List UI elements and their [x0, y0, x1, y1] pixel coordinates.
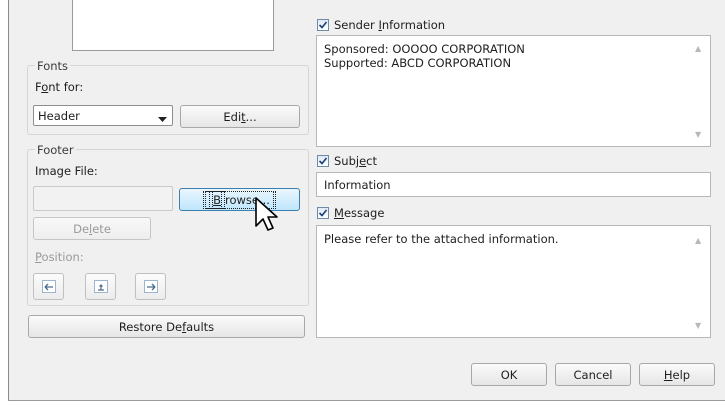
cancel-button[interactable]: Cancel	[555, 363, 631, 386]
mouse-pointer-icon	[254, 196, 278, 235]
subject-input[interactable]: Information	[316, 172, 711, 197]
position-left-button[interactable]	[33, 273, 64, 300]
check-icon	[318, 209, 328, 217]
restore-defaults-button[interactable]: Restore Defaults	[28, 315, 305, 338]
message-value: Please refer to the attached information…	[324, 232, 559, 246]
message-textarea[interactable]: Please refer to the attached information…	[316, 225, 711, 338]
check-icon	[318, 157, 328, 165]
position-label: Position:	[35, 250, 84, 264]
delete-button-label: Delete	[73, 221, 111, 236]
cancel-button-label: Cancel	[573, 367, 613, 382]
image-file-field[interactable]	[33, 186, 173, 211]
edit-button-label: Edit...	[223, 109, 257, 124]
sender-line-1: Sponsored: OOOOO CORPORATION	[324, 42, 525, 56]
subject-checkbox[interactable]	[317, 155, 329, 167]
font-for-label: Font for:	[35, 80, 84, 94]
check-icon	[318, 21, 328, 29]
sender-line-2: Supported: ABCD CORPORATION	[324, 56, 512, 70]
sender-information-textarea[interactable]: Sponsored: OOOOO CORPORATION Supported: …	[316, 35, 711, 147]
scroll-down-icon[interactable]: ▼	[695, 321, 701, 330]
delete-button[interactable]: Delete	[33, 217, 151, 240]
browse-button[interactable]: Browse...	[179, 188, 300, 211]
bottom-margin	[0, 401, 725, 408]
chevron-down-icon	[158, 112, 167, 126]
scroll-down-icon[interactable]: ▼	[695, 130, 701, 139]
header-preview-box	[72, 0, 274, 51]
arrow-left-icon	[41, 280, 56, 293]
image-file-label: Image File:	[35, 164, 98, 178]
subject-value: Information	[324, 178, 391, 192]
font-for-value: Header	[38, 109, 80, 123]
help-button[interactable]: Help	[639, 363, 715, 386]
left-margin	[0, 0, 8, 408]
arrow-right-icon	[143, 280, 158, 293]
restore-defaults-label: Restore Defaults	[118, 319, 215, 334]
sender-information-checkbox[interactable]	[317, 19, 329, 31]
message-label: Message	[334, 206, 385, 220]
font-for-select[interactable]: Header	[33, 105, 173, 126]
message-checkbox[interactable]	[317, 207, 329, 219]
subject-label: Subject	[334, 154, 378, 168]
scroll-up-icon[interactable]: ▲	[695, 236, 701, 245]
position-center-button[interactable]	[85, 273, 116, 300]
edit-button[interactable]: Edit...	[180, 105, 300, 128]
ok-button-label: OK	[500, 367, 518, 382]
arrow-center-icon	[93, 280, 108, 293]
footer-group-label: Footer	[35, 143, 76, 157]
sender-information-label: Sender Information	[334, 18, 446, 32]
ok-button[interactable]: OK	[471, 363, 547, 386]
position-right-button[interactable]	[135, 273, 166, 300]
scroll-up-icon[interactable]: ▲	[695, 44, 701, 53]
fonts-group-label: Fonts	[35, 59, 71, 73]
help-button-label: Help	[663, 367, 691, 382]
